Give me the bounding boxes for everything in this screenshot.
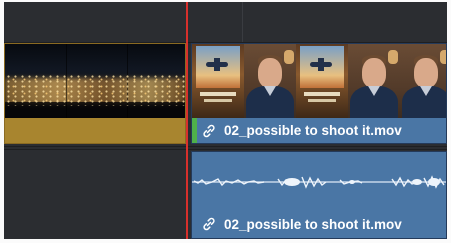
city-lights-texture	[5, 74, 185, 106]
clip-name-bar: 02_possible to shoot it.mov	[192, 118, 446, 143]
clip-name-bar	[5, 118, 185, 143]
timeline-guide-line	[242, 2, 243, 42]
link-icon	[203, 217, 215, 231]
video-clip-night-city[interactable]	[4, 43, 186, 144]
thumbnail-frame	[348, 44, 400, 120]
link-icon	[203, 124, 215, 137]
clip-color-flag	[192, 118, 197, 143]
screenshot-frame: 02_possible to shoot it.mov 02_possible …	[0, 0, 451, 243]
clip-name-bar: 02_possible to shoot it.mov	[192, 210, 446, 238]
video-clip-interview[interactable]: 02_possible to shoot it.mov	[191, 43, 447, 144]
thumbnail-frame	[296, 44, 348, 120]
edit-timeline[interactable]: 02_possible to shoot it.mov 02_possible …	[4, 2, 447, 239]
playhead[interactable]	[186, 2, 188, 239]
clip-name: 02_possible to shoot it.mov	[224, 216, 402, 232]
audio-clip-interview[interactable]: 02_possible to shoot it.mov	[191, 151, 447, 239]
thumbnail-frame	[192, 44, 244, 120]
audio-waveform	[192, 152, 446, 212]
clip-thumbnail-strip	[192, 44, 446, 120]
clip-name: 02_possible to shoot it.mov	[224, 123, 402, 138]
thumbnail-frame	[400, 44, 446, 120]
thumbnail-frame	[244, 44, 296, 120]
track-divider	[4, 146, 447, 147]
track-divider	[4, 149, 447, 150]
